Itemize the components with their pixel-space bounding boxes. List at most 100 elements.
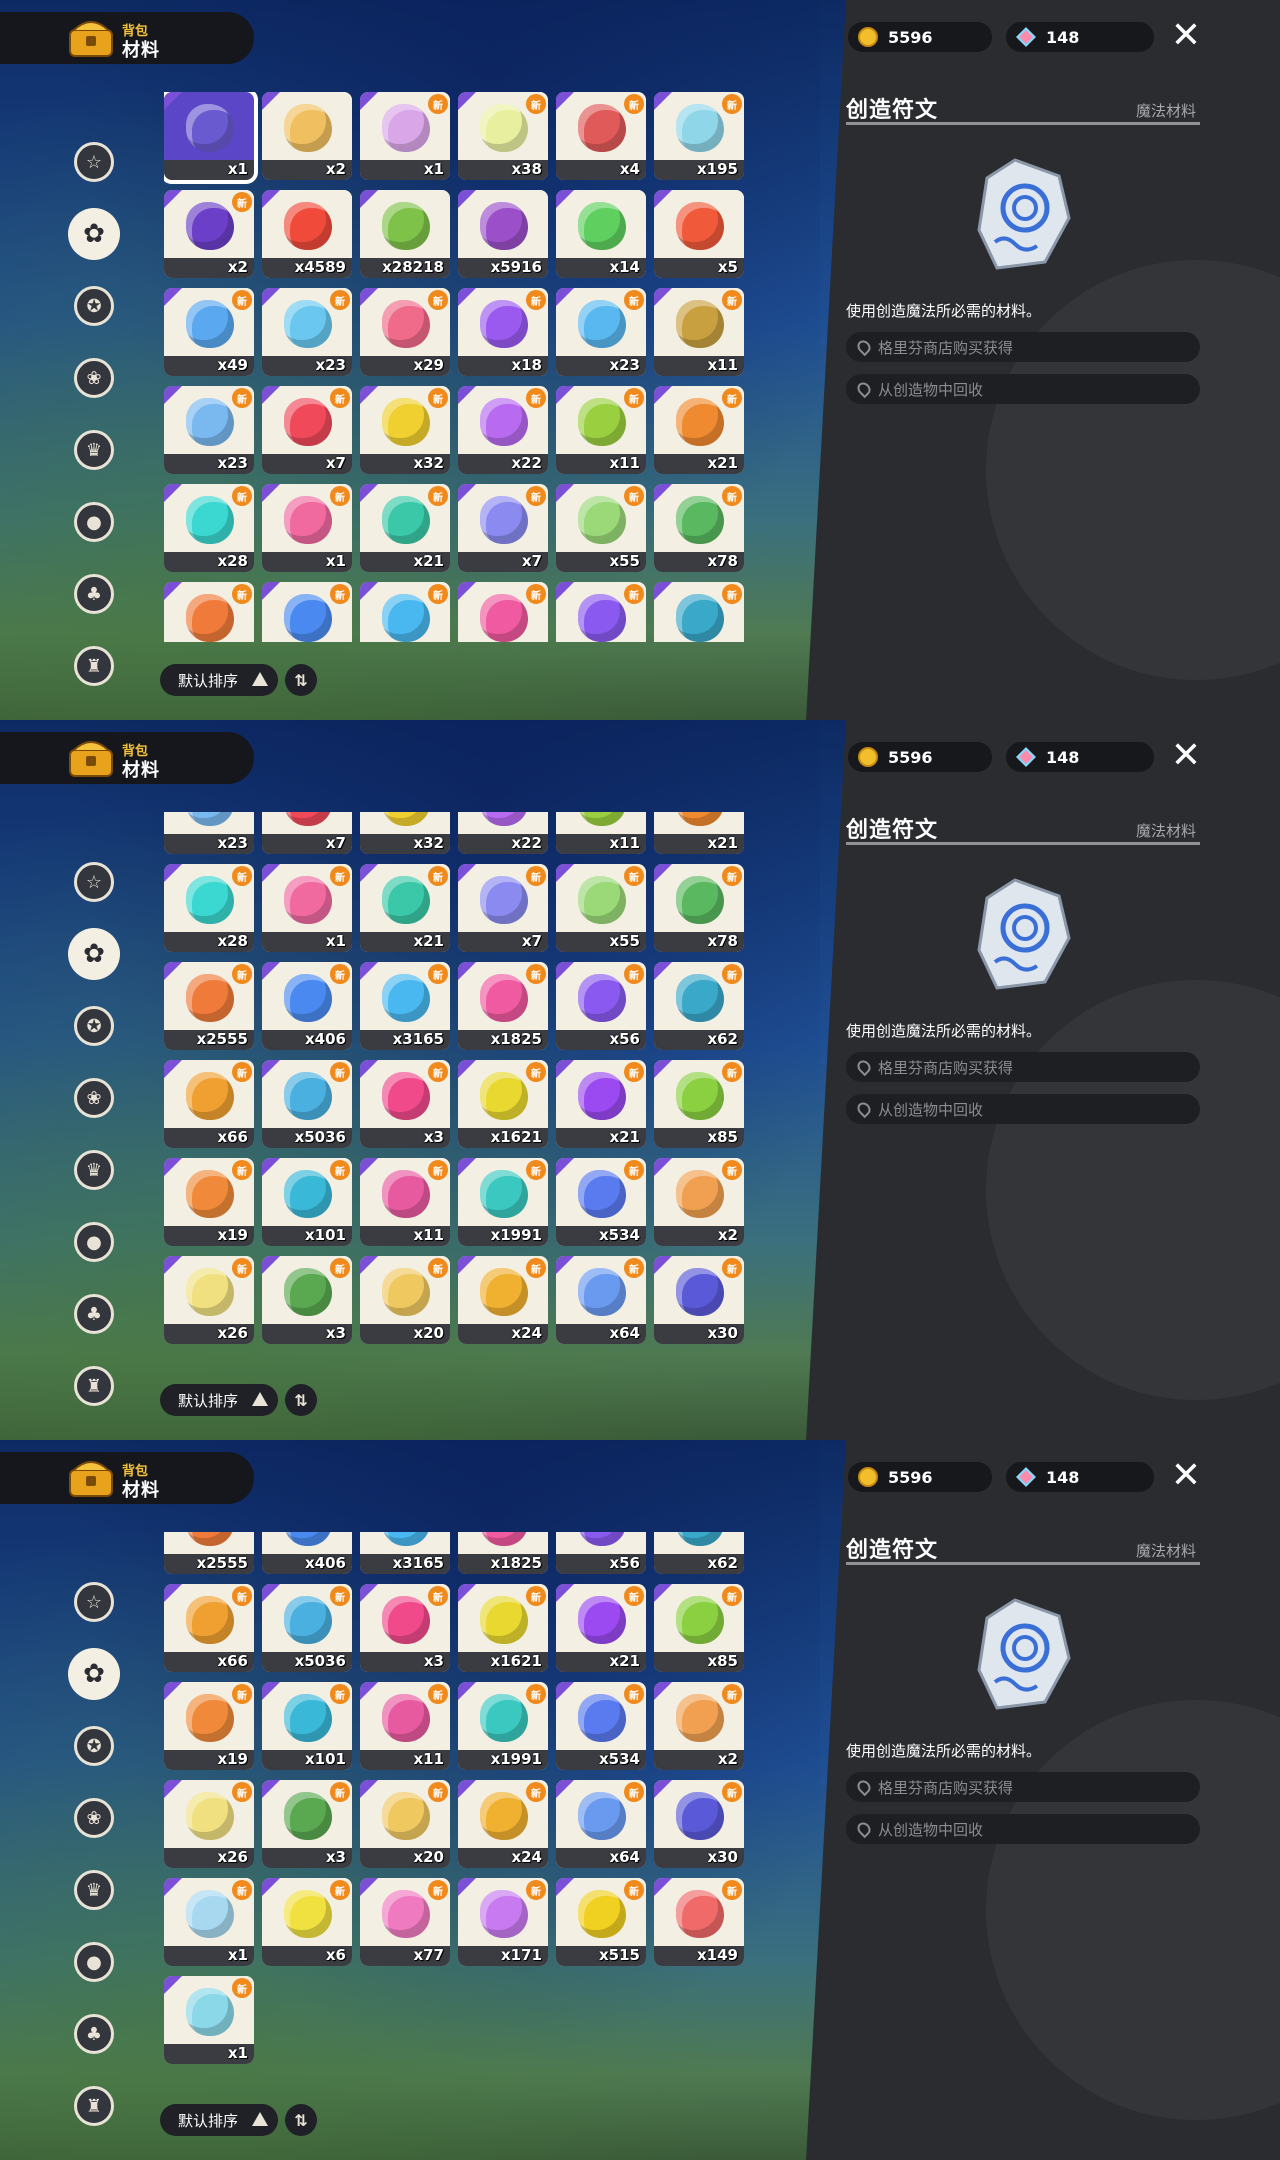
- sidebar-tab-scroll[interactable]: ♛: [66, 1862, 122, 1918]
- inventory-item[interactable]: 新: [458, 582, 548, 642]
- inventory-item[interactable]: x3 新: [262, 1256, 352, 1344]
- inventory-item[interactable]: x101 新: [262, 1158, 352, 1246]
- inventory-item[interactable]: x14: [556, 190, 646, 278]
- inventory-item[interactable]: x2: [262, 92, 352, 180]
- inventory-item[interactable]: x23 新: [164, 386, 254, 474]
- item-source[interactable]: 从创造物中回收: [846, 1814, 1200, 1844]
- inventory-item[interactable]: x1825 新: [458, 962, 548, 1050]
- close-icon[interactable]: ✕: [1168, 18, 1204, 54]
- inventory-item[interactable]: x7 新: [458, 864, 548, 952]
- inventory-item[interactable]: x66 新: [164, 1060, 254, 1148]
- sidebar-tab-crown[interactable]: ♜: [66, 638, 122, 694]
- sidebar-tab-gear-star[interactable]: ✪: [66, 278, 122, 334]
- inventory-item[interactable]: x3165: [360, 1532, 450, 1574]
- close-icon[interactable]: ✕: [1168, 1458, 1204, 1494]
- inventory-item[interactable]: x66 新: [164, 1584, 254, 1672]
- inventory-item[interactable]: 新: [360, 582, 450, 642]
- inventory-item[interactable]: x21 新: [654, 386, 744, 474]
- inventory-item[interactable]: x19 新: [164, 1158, 254, 1246]
- sidebar-tab-acorn[interactable]: ♣: [66, 2006, 122, 2062]
- inventory-item[interactable]: x19 新: [164, 1682, 254, 1770]
- inventory-item[interactable]: x21 新: [556, 1060, 646, 1148]
- inventory-item[interactable]: x3 新: [360, 1584, 450, 1672]
- inventory-item[interactable]: x3 新: [262, 1780, 352, 1868]
- inventory-item[interactable]: x4 新: [556, 92, 646, 180]
- inventory-item[interactable]: x515 新: [556, 1878, 646, 1966]
- inventory-item[interactable]: x24 新: [458, 1780, 548, 1868]
- sort-dropdown[interactable]: 默认排序: [160, 1384, 278, 1416]
- item-source[interactable]: 格里芬商店购买获得: [846, 1052, 1200, 1082]
- inventory-item[interactable]: x11: [556, 812, 646, 854]
- inventory-item[interactable]: x62: [654, 1532, 744, 1574]
- inventory-item[interactable]: x406 新: [262, 962, 352, 1050]
- sort-toggle-icon[interactable]: ⇅: [285, 2104, 317, 2136]
- inventory-item[interactable]: x1991 新: [458, 1158, 548, 1246]
- sidebar-tab-sprout[interactable]: ❀: [66, 1790, 122, 1846]
- inventory-item[interactable]: x23: [164, 812, 254, 854]
- item-source[interactable]: 从创造物中回收: [846, 1094, 1200, 1124]
- inventory-item[interactable]: x20 新: [360, 1256, 450, 1344]
- inventory-item[interactable]: x55 新: [556, 484, 646, 572]
- sidebar-tab-leaf[interactable]: ✿: [66, 1646, 122, 1702]
- inventory-item[interactable]: x2555: [164, 1532, 254, 1574]
- sidebar-tab-crown[interactable]: ♜: [66, 2078, 122, 2134]
- inventory-item[interactable]: x1621 新: [458, 1060, 548, 1148]
- inventory-item[interactable]: x28 新: [164, 864, 254, 952]
- close-icon[interactable]: ✕: [1168, 738, 1204, 774]
- inventory-item[interactable]: x18 新: [458, 288, 548, 376]
- inventory-item[interactable]: x30 新: [654, 1256, 744, 1344]
- item-source[interactable]: 格里芬商店购买获得: [846, 332, 1200, 362]
- sidebar-tab-leaf[interactable]: ✿: [66, 926, 122, 982]
- inventory-item[interactable]: x195 新: [654, 92, 744, 180]
- inventory-item[interactable]: x26 新: [164, 1780, 254, 1868]
- inventory-item[interactable]: x1 新: [262, 864, 352, 952]
- inventory-item[interactable]: x21 新: [360, 484, 450, 572]
- inventory-item[interactable]: x23 新: [556, 288, 646, 376]
- inventory-item[interactable]: x5036 新: [262, 1584, 352, 1672]
- inventory-item[interactable]: x1991 新: [458, 1682, 548, 1770]
- sort-toggle-icon[interactable]: ⇅: [285, 1384, 317, 1416]
- inventory-item[interactable]: x85 新: [654, 1584, 744, 1672]
- inventory-item[interactable]: x534 新: [556, 1682, 646, 1770]
- inventory-item[interactable]: x38 新: [458, 92, 548, 180]
- item-source[interactable]: 格里芬商店购买获得: [846, 1772, 1200, 1802]
- inventory-item[interactable]: x77 新: [360, 1878, 450, 1966]
- inventory-item[interactable]: x21: [654, 812, 744, 854]
- inventory-item[interactable]: x22: [458, 812, 548, 854]
- sort-toggle-icon[interactable]: ⇅: [285, 664, 317, 696]
- sidebar-tab-star[interactable]: ☆: [66, 134, 122, 190]
- inventory-item[interactable]: x11 新: [360, 1682, 450, 1770]
- sidebar-tab-sprout[interactable]: ❀: [66, 1070, 122, 1126]
- inventory-item[interactable]: x3165 新: [360, 962, 450, 1050]
- inventory-item[interactable]: x20 新: [360, 1780, 450, 1868]
- sidebar-tab-star[interactable]: ☆: [66, 1574, 122, 1630]
- inventory-item[interactable]: x78 新: [654, 484, 744, 572]
- inventory-item[interactable]: x7: [262, 812, 352, 854]
- inventory-item[interactable]: x30 新: [654, 1780, 744, 1868]
- sidebar-tab-acorn[interactable]: ♣: [66, 566, 122, 622]
- inventory-item[interactable]: x23 新: [262, 288, 352, 376]
- sidebar-tab-ball[interactable]: ●: [66, 1214, 122, 1270]
- inventory-item[interactable]: x49 新: [164, 288, 254, 376]
- inventory-item[interactable]: x5036 新: [262, 1060, 352, 1148]
- inventory-item[interactable]: 新: [654, 582, 744, 642]
- inventory-item[interactable]: x171 新: [458, 1878, 548, 1966]
- inventory-item[interactable]: x6 新: [262, 1878, 352, 1966]
- sidebar-tab-ball[interactable]: ●: [66, 494, 122, 550]
- inventory-item[interactable]: x64 新: [556, 1256, 646, 1344]
- inventory-item[interactable]: x7 新: [458, 484, 548, 572]
- inventory-item[interactable]: x24 新: [458, 1256, 548, 1344]
- sidebar-tab-gear-star[interactable]: ✪: [66, 1718, 122, 1774]
- inventory-item[interactable]: x21 新: [360, 864, 450, 952]
- inventory-item[interactable]: x85 新: [654, 1060, 744, 1148]
- sidebar-tab-star[interactable]: ☆: [66, 854, 122, 910]
- sidebar-tab-crown[interactable]: ♜: [66, 1358, 122, 1414]
- inventory-item[interactable]: x64 新: [556, 1780, 646, 1868]
- inventory-item[interactable]: x2555 新: [164, 962, 254, 1050]
- sidebar-tab-scroll[interactable]: ♛: [66, 1142, 122, 1198]
- sidebar-tab-sprout[interactable]: ❀: [66, 350, 122, 406]
- inventory-item[interactable]: x534 新: [556, 1158, 646, 1246]
- inventory-item[interactable]: x1825: [458, 1532, 548, 1574]
- sidebar-tab-acorn[interactable]: ♣: [66, 1286, 122, 1342]
- sort-dropdown[interactable]: 默认排序: [160, 664, 278, 696]
